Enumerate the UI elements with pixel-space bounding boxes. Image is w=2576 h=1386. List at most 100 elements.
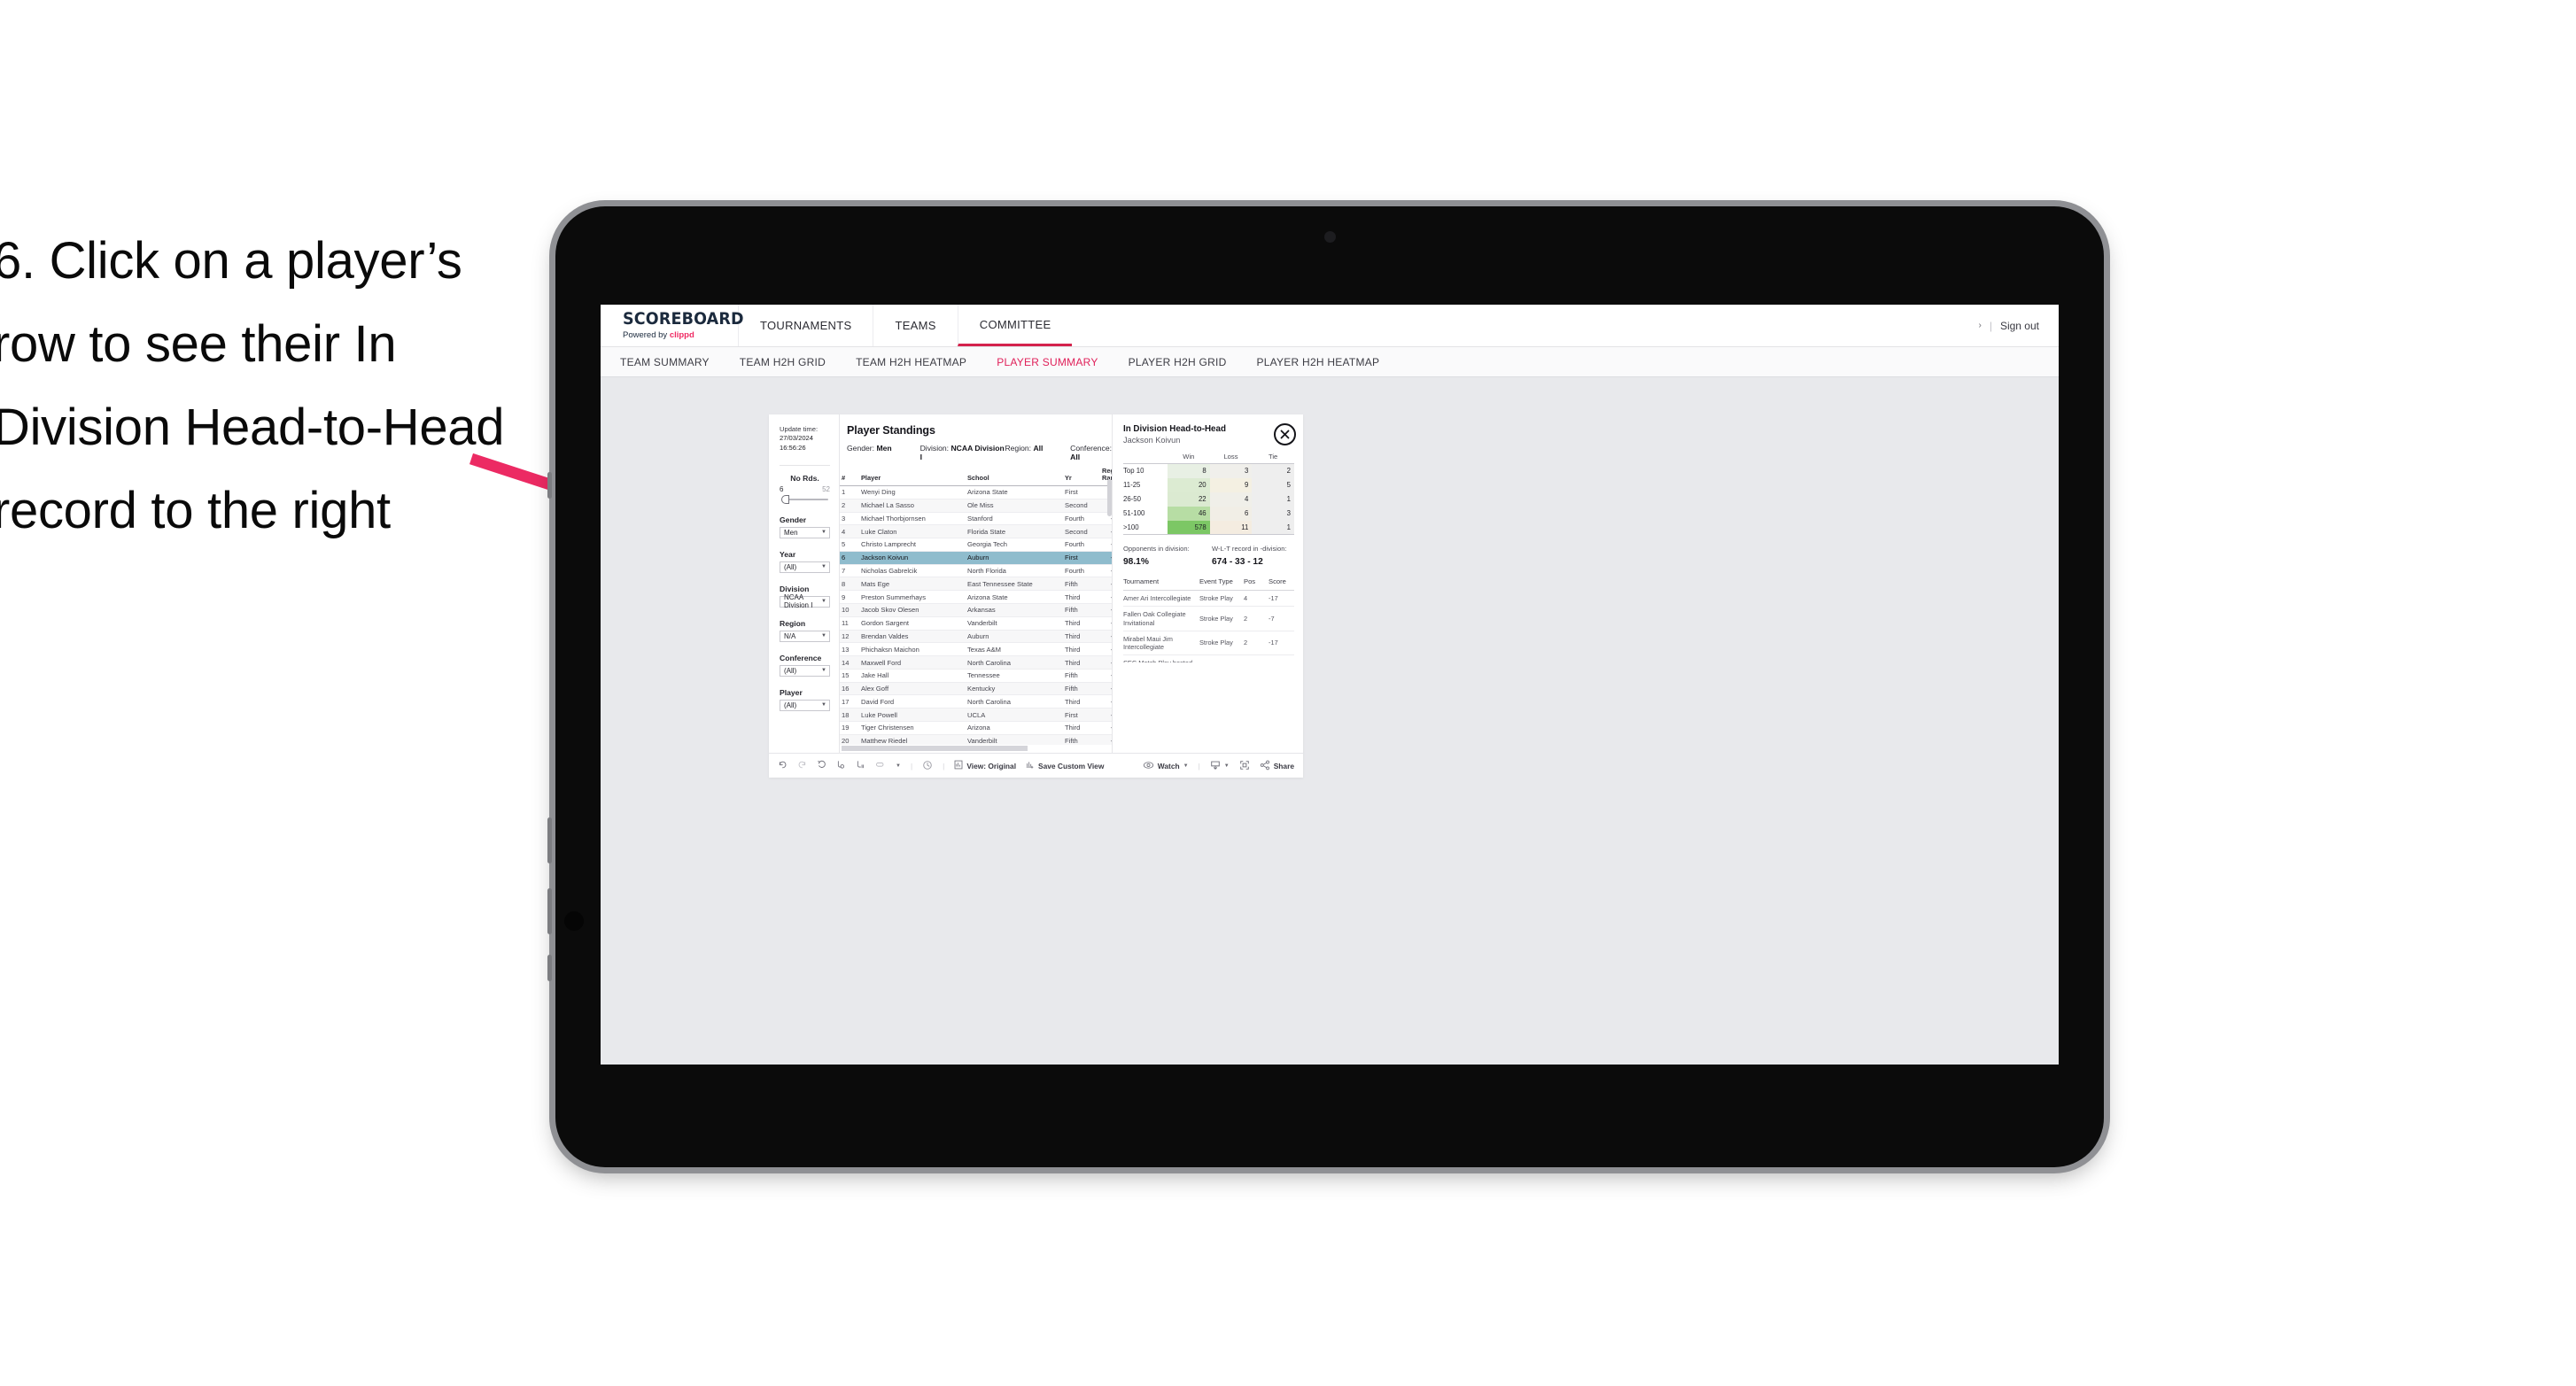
filter-division-select[interactable]: NCAA Division I ▼ xyxy=(780,593,830,609)
table-row[interactable]: 18Luke PowellUCLAFirst-4241 xyxy=(840,708,1112,723)
heatmap-cell-tie[interactable]: 5 xyxy=(1252,477,1294,492)
cell-num: 1 xyxy=(840,485,859,499)
table-row[interactable]: 5Christo LamprechtGeorgia TechFourth-221… xyxy=(840,538,1112,552)
heatmap-cell-win[interactable]: 20 xyxy=(1168,477,1210,492)
redo-icon[interactable] xyxy=(797,760,807,771)
tab-team-h2h-heatmap[interactable]: TEAM H2H HEATMAP xyxy=(856,356,966,368)
col-rank[interactable]: # xyxy=(840,467,859,486)
table-row[interactable]: 14Maxwell FordNorth CarolinaThird-3230 xyxy=(840,655,1112,670)
table-row[interactable]: 10Jacob Skov OlesenArkansasFifth-3230 xyxy=(840,603,1112,617)
cell-reg: - xyxy=(1100,577,1112,592)
tournament-results-wrap[interactable]: Tournament Event Type Pos Score Amer Ari… xyxy=(1123,567,1294,662)
table-row[interactable]: 20Matthew RiedelVanderbiltFifth-9230 xyxy=(840,734,1112,745)
tournament-row[interactable]: Mirabel Maui Jim Intercollegiate Stroke P… xyxy=(1123,631,1294,656)
share-button[interactable]: Share xyxy=(1260,760,1294,772)
dropdown-caret[interactable]: ▼ xyxy=(896,763,901,769)
table-row[interactable]: 17David FordNorth CarolinaThird-4211 xyxy=(840,694,1112,709)
download-button[interactable]: ▼ xyxy=(1210,760,1230,772)
no-rounds-slider[interactable] xyxy=(780,494,830,504)
cell-num: 18 xyxy=(840,708,859,723)
tournament-row[interactable]: Amer Ari Intercollegiate Stroke Play 4 -17 xyxy=(1123,590,1294,608)
table-row[interactable]: 16Alex GoffKentuckyFifth-8190 xyxy=(840,682,1112,696)
scrollbar-thumb[interactable] xyxy=(842,746,1028,751)
revert-icon[interactable] xyxy=(817,760,826,771)
filter-region-select[interactable]: N/A ▼ xyxy=(780,630,830,642)
power-button[interactable] xyxy=(547,472,552,499)
heatmap-cell-tie[interactable]: 1 xyxy=(1252,492,1294,507)
fullscreen-button[interactable] xyxy=(1239,760,1250,772)
tab-team-h2h-grid[interactable]: TEAM H2H GRID xyxy=(740,356,826,368)
cell-yr: First xyxy=(1063,551,1100,565)
brand-logo[interactable]: SCOREBOARD Powered by clippd xyxy=(601,305,744,346)
filter-player-select[interactable]: (All) ▼ xyxy=(780,699,830,711)
heatmap-cell-tie[interactable]: 3 xyxy=(1252,506,1294,521)
filter-gender-select[interactable]: Men ▼ xyxy=(780,526,830,538)
cell-yr: Third xyxy=(1063,590,1100,604)
nav-tournaments[interactable]: TOURNAMENTS xyxy=(738,305,873,346)
col-year[interactable]: Yr xyxy=(1063,467,1100,486)
side-button[interactable] xyxy=(547,955,552,981)
tab-player-h2h-heatmap[interactable]: PLAYER H2H HEATMAP xyxy=(1257,356,1380,368)
standings-scroll[interactable]: # Player School Yr Reg Rank Conf Rank No… xyxy=(840,467,1112,745)
heatmap-cell-tie[interactable]: 2 xyxy=(1252,463,1294,478)
table-row[interactable]: 4Luke ClatonFlorida StateSecond-1272 xyxy=(840,524,1112,539)
tournament-cell-pos: 4 xyxy=(1244,590,1269,608)
nav-teams[interactable]: TEAMS xyxy=(873,305,957,346)
tab-player-h2h-grid[interactable]: PLAYER H2H GRID xyxy=(1129,356,1227,368)
cell-school: Georgia Tech xyxy=(966,538,1063,552)
table-row[interactable]: 8Mats EgeEast Tennessee StateFifth-1242 xyxy=(840,577,1112,592)
heatmap-cell-loss[interactable]: 6 xyxy=(1209,506,1253,521)
cell-yr: Third xyxy=(1063,694,1100,709)
table-row[interactable]: 12Brendan ValdesAuburnThird-5270 xyxy=(840,630,1112,644)
cell-player: Gordon Sargent xyxy=(859,616,966,631)
save-custom-view-button[interactable]: Save Custom View xyxy=(1026,760,1104,771)
tab-team-summary[interactable]: TEAM SUMMARY xyxy=(620,356,710,368)
table-row[interactable]: 3Michael ThorbjornsenStanfordFourth-291 xyxy=(840,512,1112,526)
app-header: SCOREBOARD Powered by clippd TOURNAMENTS… xyxy=(601,305,2059,347)
chevron-right-icon[interactable]: › xyxy=(1978,321,1981,330)
cell-num: 16 xyxy=(840,682,859,696)
powered-prefix: Powered by xyxy=(623,330,668,340)
table-row[interactable]: 11Gordon SargentVanderbiltThird-4210 xyxy=(840,616,1112,631)
heatmap-cell-win[interactable]: 578 xyxy=(1168,520,1210,535)
heatmap-cell-loss[interactable]: 4 xyxy=(1209,492,1253,507)
volume-down-button[interactable] xyxy=(547,888,552,934)
table-row[interactable]: 7Nicholas GabrelcikNorth FloridaFourth-1… xyxy=(840,564,1112,578)
tab-player-summary[interactable]: PLAYER SUMMARY xyxy=(997,356,1098,368)
undo-icon[interactable] xyxy=(778,760,788,771)
filter-conference-select[interactable]: (All) ▼ xyxy=(780,664,830,677)
table-row[interactable]: 1Wenyi DingArizona StateFirst-1151 xyxy=(840,485,1112,499)
viz-toolbar: ▼ | | View: Original Save Custom View Wa… xyxy=(769,753,1303,778)
nav-committee[interactable]: COMMITTEE xyxy=(957,305,1073,346)
sign-out-link[interactable]: Sign out xyxy=(2000,320,2039,332)
tournament-row[interactable]: Fallen Oak Collegiate Invitational Stroke… xyxy=(1123,606,1294,631)
tournament-cell-type: Match Play xyxy=(1199,654,1244,662)
pause-icon[interactable] xyxy=(856,760,865,771)
highlight-icon[interactable] xyxy=(875,760,886,771)
table-row[interactable]: 2Michael La SassoOle MissSecond-1180 xyxy=(840,499,1112,513)
table-row[interactable]: 13Phichaksn MaichonTexas A&MThird-6301 xyxy=(840,642,1112,657)
standings-horizontal-scrollbar[interactable] xyxy=(840,745,1112,753)
slider-handle[interactable] xyxy=(781,494,789,504)
watch-button[interactable]: Watch ▼ xyxy=(1143,761,1189,771)
heatmap-cell-win[interactable]: 46 xyxy=(1168,506,1210,521)
heatmap-cell-loss[interactable]: 11 xyxy=(1209,520,1253,535)
table-row[interactable]: 9Preston SummerhaysArizona StateThird-32… xyxy=(840,590,1112,604)
table-row[interactable]: 6Jackson KoivunAuburnFirst-2271 xyxy=(840,551,1112,565)
heatmap-cell-loss[interactable]: 3 xyxy=(1209,463,1253,478)
heatmap-cell-loss[interactable]: 9 xyxy=(1209,477,1253,492)
table-row[interactable]: 15Jake HallTennesseeFifth-7180 xyxy=(840,669,1112,683)
view-original-button[interactable]: View: Original xyxy=(954,760,1016,771)
clock-icon[interactable] xyxy=(922,760,933,772)
refresh-icon[interactable] xyxy=(836,760,846,771)
table-row[interactable]: 19Tiger ChristensenArizonaThird-5232 xyxy=(840,721,1112,735)
col-player[interactable]: Player xyxy=(859,467,966,486)
heatmap-cell-win[interactable]: 22 xyxy=(1168,492,1210,507)
tournament-row[interactable]: SEC Match Play hosted by Jerry Pate Roun… xyxy=(1123,654,1294,662)
heatmap-cell-win[interactable]: 8 xyxy=(1168,463,1210,478)
filter-year-select[interactable]: (All) ▼ xyxy=(780,561,830,573)
close-icon[interactable] xyxy=(1274,423,1296,445)
col-school[interactable]: School xyxy=(966,467,1063,486)
volume-up-button[interactable] xyxy=(547,817,552,863)
heatmap-cell-tie[interactable]: 1 xyxy=(1252,520,1294,535)
